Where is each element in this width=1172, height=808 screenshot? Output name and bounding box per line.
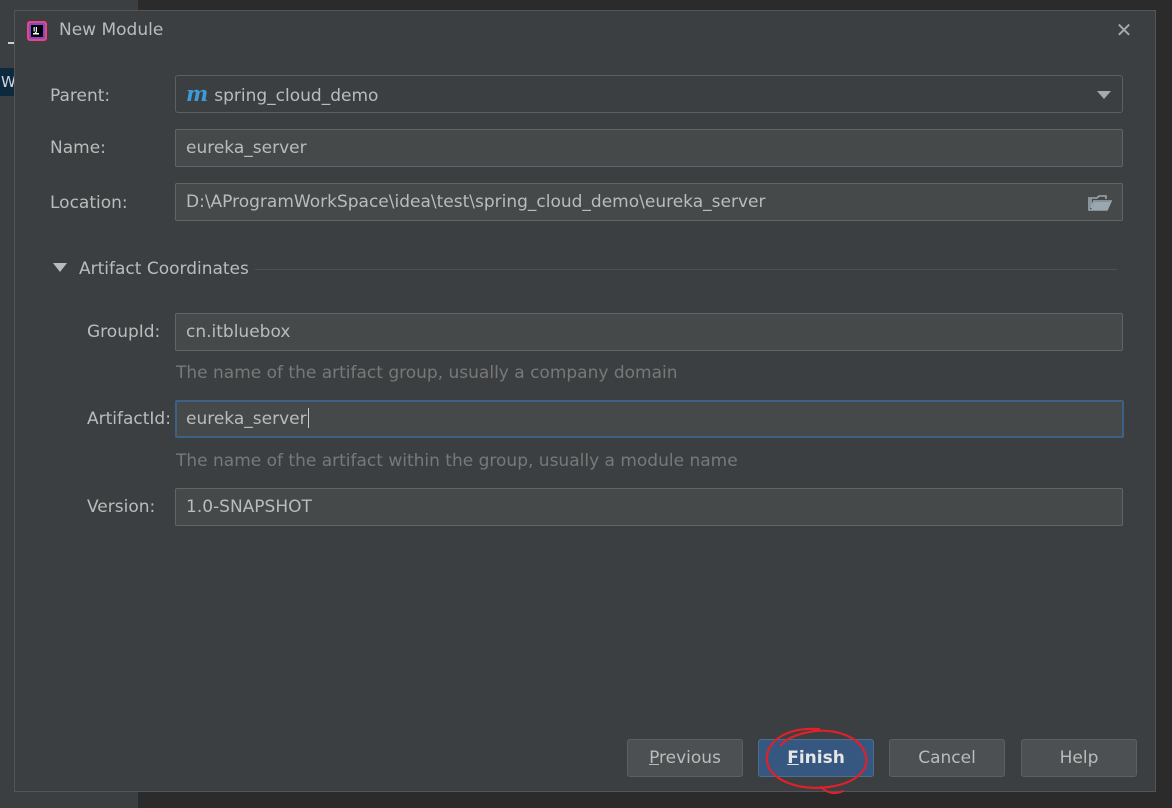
dialog-titlebar: IJ New Module ✕ bbox=[15, 11, 1155, 51]
artifactid-field[interactable]: eureka_server bbox=[175, 400, 1124, 438]
version-field[interactable]: 1.0-SNAPSHOT bbox=[175, 488, 1123, 526]
artifactid-hint: The name of the artifact within the grou… bbox=[176, 451, 738, 471]
svg-text:IJ: IJ bbox=[33, 27, 37, 34]
groupid-field[interactable]: cn.itbluebox bbox=[175, 313, 1123, 351]
help-button[interactable]: Help bbox=[1021, 739, 1137, 777]
text-caret bbox=[307, 407, 309, 428]
groupid-value: cn.itbluebox bbox=[186, 322, 291, 342]
previous-label: revious bbox=[659, 748, 721, 768]
finish-button[interactable]: Finish bbox=[758, 739, 874, 777]
dialog-title: New Module bbox=[59, 20, 164, 40]
groupid-label: GroupId: bbox=[87, 322, 161, 342]
artifactid-label: ArtifactId: bbox=[87, 409, 171, 429]
parent-combobox[interactable]: m spring_cloud_demo bbox=[175, 75, 1123, 113]
location-field[interactable]: D:\AProgramWorkSpace\idea\test\spring_cl… bbox=[175, 183, 1123, 221]
intellij-app-icon: IJ bbox=[27, 21, 47, 41]
location-label: Location: bbox=[50, 193, 128, 213]
cancel-button[interactable]: Cancel bbox=[889, 739, 1005, 777]
parent-value: spring_cloud_demo bbox=[214, 86, 379, 106]
section-divider bbox=[255, 269, 1117, 270]
background-editor-strip bbox=[138, 792, 1172, 808]
artifactid-value: eureka_server bbox=[186, 409, 307, 429]
close-icon[interactable]: ✕ bbox=[1113, 19, 1135, 41]
previous-mnemonic: P bbox=[649, 748, 660, 768]
background-tab[interactable]: W bbox=[0, 68, 15, 96]
folder-open-icon[interactable] bbox=[1088, 193, 1112, 213]
new-module-dialog: IJ New Module ✕ Parent: m spring_cloud_de… bbox=[14, 10, 1156, 795]
location-value: D:\AProgramWorkSpace\idea\test\spring_cl… bbox=[186, 192, 766, 212]
finish-label: inish bbox=[798, 748, 845, 768]
collapse-triangle-icon[interactable] bbox=[53, 263, 67, 272]
name-label: Name: bbox=[50, 138, 106, 158]
artifact-coordinates-title[interactable]: Artifact Coordinates bbox=[79, 259, 249, 279]
name-value: eureka_server bbox=[186, 138, 307, 158]
previous-button[interactable]: Previous bbox=[627, 739, 743, 777]
version-value: 1.0-SNAPSHOT bbox=[186, 497, 312, 517]
name-field[interactable]: eureka_server bbox=[175, 129, 1123, 167]
parent-label: Parent: bbox=[50, 86, 111, 106]
version-label: Version: bbox=[87, 497, 156, 517]
finish-mnemonic: F bbox=[787, 748, 799, 768]
maven-module-icon: m bbox=[186, 81, 209, 106]
chevron-down-icon[interactable] bbox=[1097, 91, 1111, 99]
groupid-hint: The name of the artifact group, usually … bbox=[176, 363, 678, 383]
